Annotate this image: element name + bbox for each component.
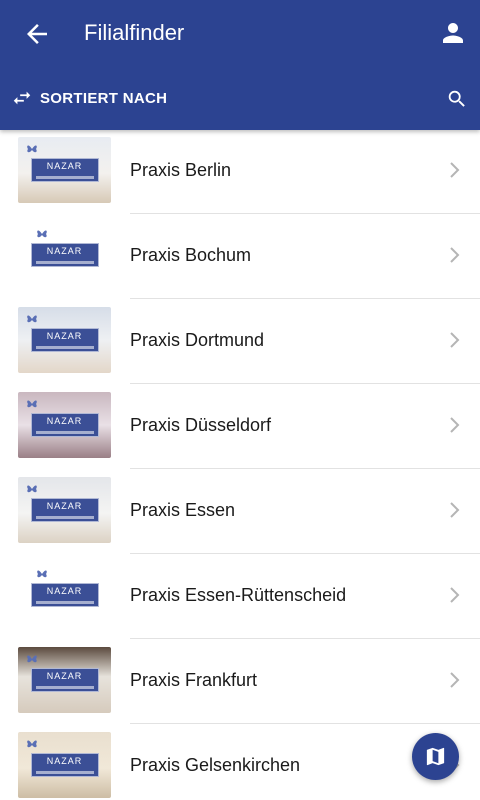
- branch-name: Praxis Düsseldorf: [130, 415, 272, 435]
- nazar-logo: NAZAR: [30, 413, 99, 437]
- nazar-logo: NAZAR: [30, 583, 99, 607]
- sort-bar: SORTIERT NACH: [0, 72, 480, 122]
- branch-list: NAZAR Praxis Berlin NAZAR Praxis Bochum NAZA…: [0, 128, 480, 800]
- nazar-logo: NAZAR: [30, 753, 99, 777]
- logo-underline: [35, 346, 94, 349]
- nazar-logo: NAZAR: [30, 328, 99, 352]
- branch-thumbnail: NAZAR: [18, 647, 111, 713]
- branch-thumbnail: NAZAR: [18, 392, 111, 458]
- chevron-right-icon: [450, 332, 460, 348]
- app-bar: Filialfinder SORTIERT NACH: [0, 0, 480, 130]
- list-item[interactable]: NAZAR Praxis Berlin: [0, 128, 480, 214]
- butterfly-icon: [37, 570, 47, 578]
- butterfly-icon: [27, 740, 37, 748]
- toolbar: Filialfinder: [0, 0, 480, 66]
- logo-underline: [35, 601, 94, 604]
- nazar-logo: NAZAR: [30, 668, 99, 692]
- page-title: Filialfinder: [84, 20, 185, 45]
- branch-thumbnail: NAZAR: [18, 477, 111, 543]
- logo-underline: [35, 771, 94, 774]
- chevron-right-icon: [450, 502, 460, 518]
- list-item[interactable]: NAZAR Praxis Essen-Rüttenscheid: [0, 553, 480, 639]
- sort-button-label[interactable]: SORTIERT NACH: [40, 90, 167, 108]
- branch-name: Praxis Gelsenkirchen: [130, 755, 301, 775]
- logo-underline: [35, 176, 94, 179]
- butterfly-icon: [27, 145, 37, 153]
- logo-underline: [35, 686, 94, 689]
- branch-thumbnail: NAZAR: [18, 732, 111, 798]
- chevron-right-icon: [450, 587, 460, 603]
- list-item[interactable]: NAZAR Praxis Bochum: [0, 213, 480, 299]
- logo-underline: [35, 516, 94, 519]
- branch-name: Praxis Frankfurt: [130, 670, 258, 690]
- map-button[interactable]: [412, 733, 459, 780]
- logo-underline: [35, 261, 94, 264]
- search-icon[interactable]: [446, 88, 468, 110]
- person-icon[interactable]: [438, 18, 468, 48]
- nazar-logo: NAZAR: [30, 498, 99, 522]
- chevron-right-icon: [450, 162, 460, 178]
- butterfly-icon: [27, 485, 37, 493]
- list-item[interactable]: NAZAR Praxis Essen: [0, 468, 480, 554]
- branch-thumbnail: NAZAR: [18, 137, 111, 203]
- list-item[interactable]: NAZAR Praxis Dortmund: [0, 298, 480, 384]
- butterfly-icon: [27, 315, 37, 323]
- butterfly-icon: [37, 230, 47, 238]
- logo-underline: [35, 431, 94, 434]
- branch-thumbnail: NAZAR: [18, 222, 111, 288]
- branch-thumbnail: NAZAR: [18, 307, 111, 373]
- butterfly-icon: [27, 400, 37, 408]
- list-item[interactable]: NAZAR Praxis Düsseldorf: [0, 383, 480, 469]
- nazar-logo: NAZAR: [30, 158, 99, 182]
- branch-name: Praxis Berlin: [130, 160, 232, 180]
- branch-thumbnail: NAZAR: [18, 562, 111, 628]
- swap-arrows-icon[interactable]: [10, 87, 34, 109]
- map-icon: [426, 747, 445, 766]
- branch-name: Praxis Bochum: [130, 245, 252, 265]
- list-item[interactable]: NAZAR Praxis Gelsenkirchen: [0, 723, 480, 800]
- arrow-back-icon[interactable]: [22, 19, 52, 49]
- chevron-right-icon: [450, 417, 460, 433]
- chevron-right-icon: [450, 247, 460, 263]
- chevron-right-icon: [450, 672, 460, 688]
- list-item[interactable]: NAZAR Praxis Frankfurt: [0, 638, 480, 724]
- nazar-logo: NAZAR: [30, 243, 99, 267]
- branch-name: Praxis Dortmund: [130, 330, 265, 350]
- branch-name: Praxis Essen: [130, 500, 236, 520]
- branch-name: Praxis Essen-Rüttenscheid: [130, 585, 347, 605]
- butterfly-icon: [27, 655, 37, 663]
